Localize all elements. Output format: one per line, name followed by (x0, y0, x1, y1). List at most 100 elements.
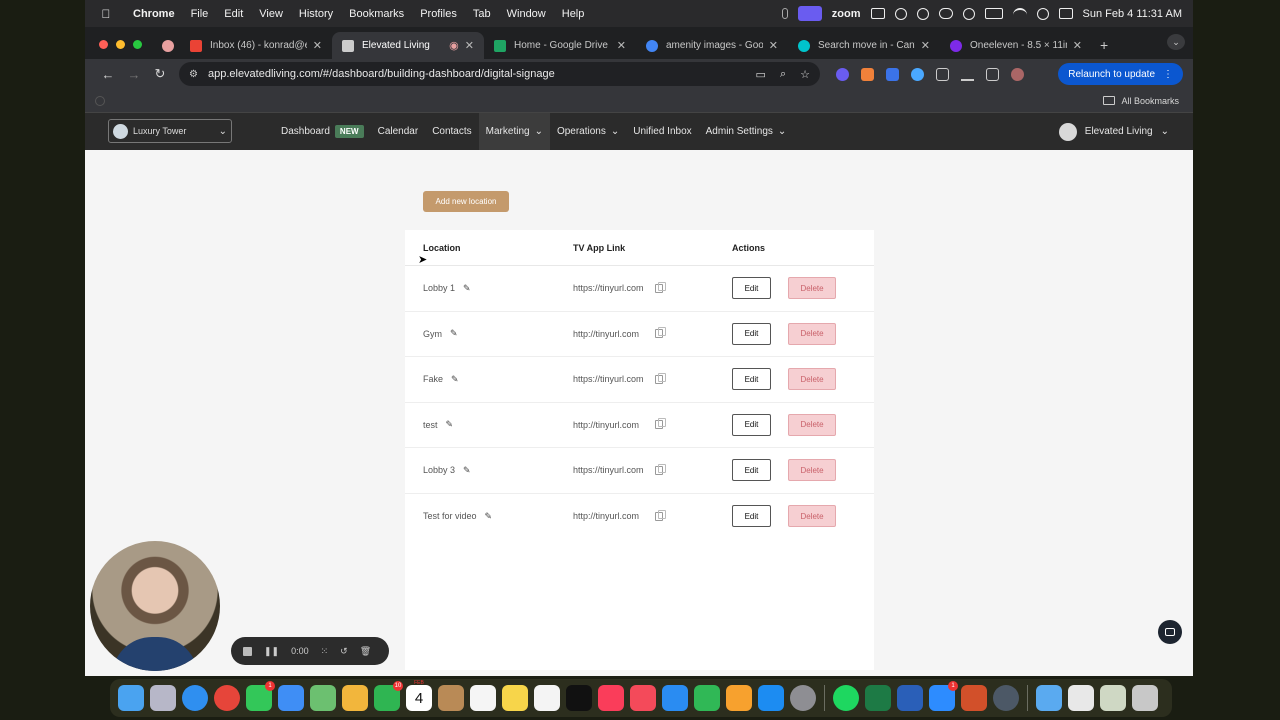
webcam-bubble[interactable] (90, 541, 220, 671)
safari-icon[interactable] (182, 685, 208, 711)
tab-pinned[interactable] (152, 32, 180, 59)
menubar-clock[interactable]: Sun Feb 4 11:31 AM (1083, 8, 1182, 20)
word-icon[interactable] (897, 685, 923, 711)
facetime-icon[interactable]: 10 (374, 681, 403, 711)
system-settings-icon[interactable] (790, 685, 816, 711)
copy-icon[interactable] (655, 281, 666, 293)
extension-gear-icon[interactable] (836, 67, 849, 81)
tab-elevated-living[interactable]: Elevated Living ◉ ✕ (332, 32, 484, 59)
gear-icon[interactable] (894, 7, 907, 20)
contacts-icon[interactable] (438, 685, 464, 711)
trash-icon[interactable] (1132, 685, 1158, 711)
play-icon[interactable] (962, 7, 975, 20)
close-tab-icon[interactable]: ✕ (769, 39, 778, 52)
menu-tab[interactable]: Tab (473, 8, 491, 20)
extension-blue-icon[interactable] (886, 67, 899, 81)
reload-icon[interactable]: ↻ (147, 66, 173, 82)
extension-orange-icon[interactable] (861, 67, 874, 81)
restart-icon[interactable]: ↺ (340, 646, 348, 657)
tab-gmail[interactable]: Inbox (46) - konrad@ele ✕ (180, 32, 332, 59)
chat-support-button[interactable] (1158, 620, 1182, 644)
grid-icon[interactable]: ⁙ (321, 646, 329, 657)
tv-app-link[interactable]: https://tinyurl.com (573, 283, 645, 293)
user-menu[interactable]: Elevated Living ⌄ (1058, 113, 1169, 150)
delete-button[interactable]: Delete (788, 413, 836, 436)
close-tab-icon[interactable]: ✕ (617, 39, 626, 52)
profile-avatar[interactable] (1011, 67, 1024, 81)
tab-canva-search[interactable]: Search move in - Canva ✕ (788, 32, 940, 59)
tv-app-link[interactable]: http://tinyurl.com (573, 511, 645, 521)
excel-icon[interactable] (865, 685, 891, 711)
control-center-icon[interactable] (1058, 8, 1073, 19)
edit-button[interactable]: Edit (732, 459, 771, 482)
menu-window[interactable]: Window (507, 8, 546, 20)
menu-bookmarks[interactable]: Bookmarks (349, 8, 404, 20)
screen-recorder-icon[interactable] (797, 6, 822, 21)
delete-button[interactable]: Delete (788, 322, 836, 345)
site-info-icon[interactable]: ⚙ (189, 69, 198, 80)
chrome-icon[interactable] (214, 685, 240, 711)
camera-icon[interactable]: ▭ (756, 68, 766, 81)
tv-icon[interactable] (566, 685, 592, 711)
nav-marketing[interactable]: Marketing ⌄ (478, 113, 550, 150)
copy-icon[interactable] (655, 372, 666, 384)
document-stack-icon[interactable] (1068, 685, 1094, 711)
zoom-icon[interactable]: zoom (832, 8, 861, 20)
pencil-icon[interactable]: ✎ (463, 465, 471, 476)
tab-canva-design[interactable]: Oneeleven - 8.5 × 11in ✕ (940, 32, 1092, 59)
side-panel-icon[interactable] (986, 67, 999, 81)
powerpoint-icon[interactable] (961, 685, 987, 711)
pencil-icon[interactable]: ✎ (485, 511, 493, 522)
copy-icon[interactable] (655, 509, 666, 521)
tv-app-link[interactable]: http://tinyurl.com (573, 329, 645, 339)
copy-icon[interactable] (655, 327, 666, 339)
tab-google-images[interactable]: amenity images - Google ✕ (636, 32, 788, 59)
close-tab-icon[interactable]: ✕ (1073, 39, 1082, 52)
tv-app-link[interactable]: https://tinyurl.com (573, 374, 645, 384)
menu-file[interactable]: File (191, 8, 209, 20)
zoom-magnifier-icon[interactable]: ⌕ (780, 68, 786, 81)
wifi-icon[interactable] (1012, 8, 1027, 19)
pencil-icon[interactable]: ✎ (451, 374, 459, 385)
all-bookmarks-link[interactable]: All Bookmarks (1121, 96, 1179, 106)
address-bar[interactable]: ⚙ app.elevatedliving.com/#/dashboard/bui… (179, 62, 820, 86)
forward-arrow-icon[interactable]: → (121, 67, 147, 82)
menu-profiles[interactable]: Profiles (420, 8, 457, 20)
menu-edit[interactable]: Edit (224, 8, 243, 20)
edit-button[interactable]: Edit (732, 368, 771, 391)
photos-icon[interactable] (342, 685, 368, 711)
notes-icon[interactable] (502, 685, 528, 711)
bookmark-star-icon[interactable]: ☆ (800, 68, 810, 81)
tab-google-drive[interactable]: Home - Google Drive ✕ (484, 32, 636, 59)
menu-app-name[interactable]: Chrome (133, 8, 175, 20)
folder-icon[interactable] (1036, 685, 1062, 711)
menu-help[interactable]: Help (562, 8, 585, 20)
pencil-icon[interactable]: ✎ (450, 328, 458, 339)
close-tab-icon[interactable]: ✕ (465, 39, 474, 52)
extensions-puzzle-icon[interactable] (936, 67, 949, 81)
edit-button[interactable]: Edit (732, 277, 771, 300)
pencil-icon[interactable]: ✎ (446, 419, 454, 430)
extension-cloud-icon[interactable] (911, 67, 924, 81)
nav-operations[interactable]: Operations ⌄ (550, 113, 626, 150)
edit-button[interactable]: Edit (732, 322, 771, 345)
pause-icon[interactable]: ❚❚ (264, 646, 279, 657)
numbers-icon[interactable] (694, 685, 720, 711)
new-tab-button[interactable]: + (1092, 37, 1116, 59)
menu-view[interactable]: View (259, 8, 283, 20)
edit-button[interactable]: Edit (732, 413, 771, 436)
building-selector[interactable]: Luxury Tower ⌄ (108, 119, 232, 143)
spotify-icon[interactable] (833, 685, 859, 711)
relaunch-button[interactable]: Relaunch to update ⋮ (1058, 63, 1183, 85)
delete-button[interactable]: Delete (788, 459, 836, 482)
nav-dashboard[interactable]: Dashboard NEW (274, 113, 371, 150)
download-stack-icon[interactable] (1100, 685, 1126, 711)
apple-icon[interactable]:  (95, 7, 117, 21)
mail-icon[interactable] (278, 685, 304, 711)
battery-icon[interactable] (984, 8, 1003, 19)
more-vertical-icon[interactable]: ⋮ (1163, 69, 1173, 80)
microphone-icon[interactable] (781, 8, 788, 19)
freeform-icon[interactable] (534, 685, 560, 711)
copy-icon[interactable] (655, 418, 666, 430)
add-location-button[interactable]: Add new location (423, 191, 509, 212)
